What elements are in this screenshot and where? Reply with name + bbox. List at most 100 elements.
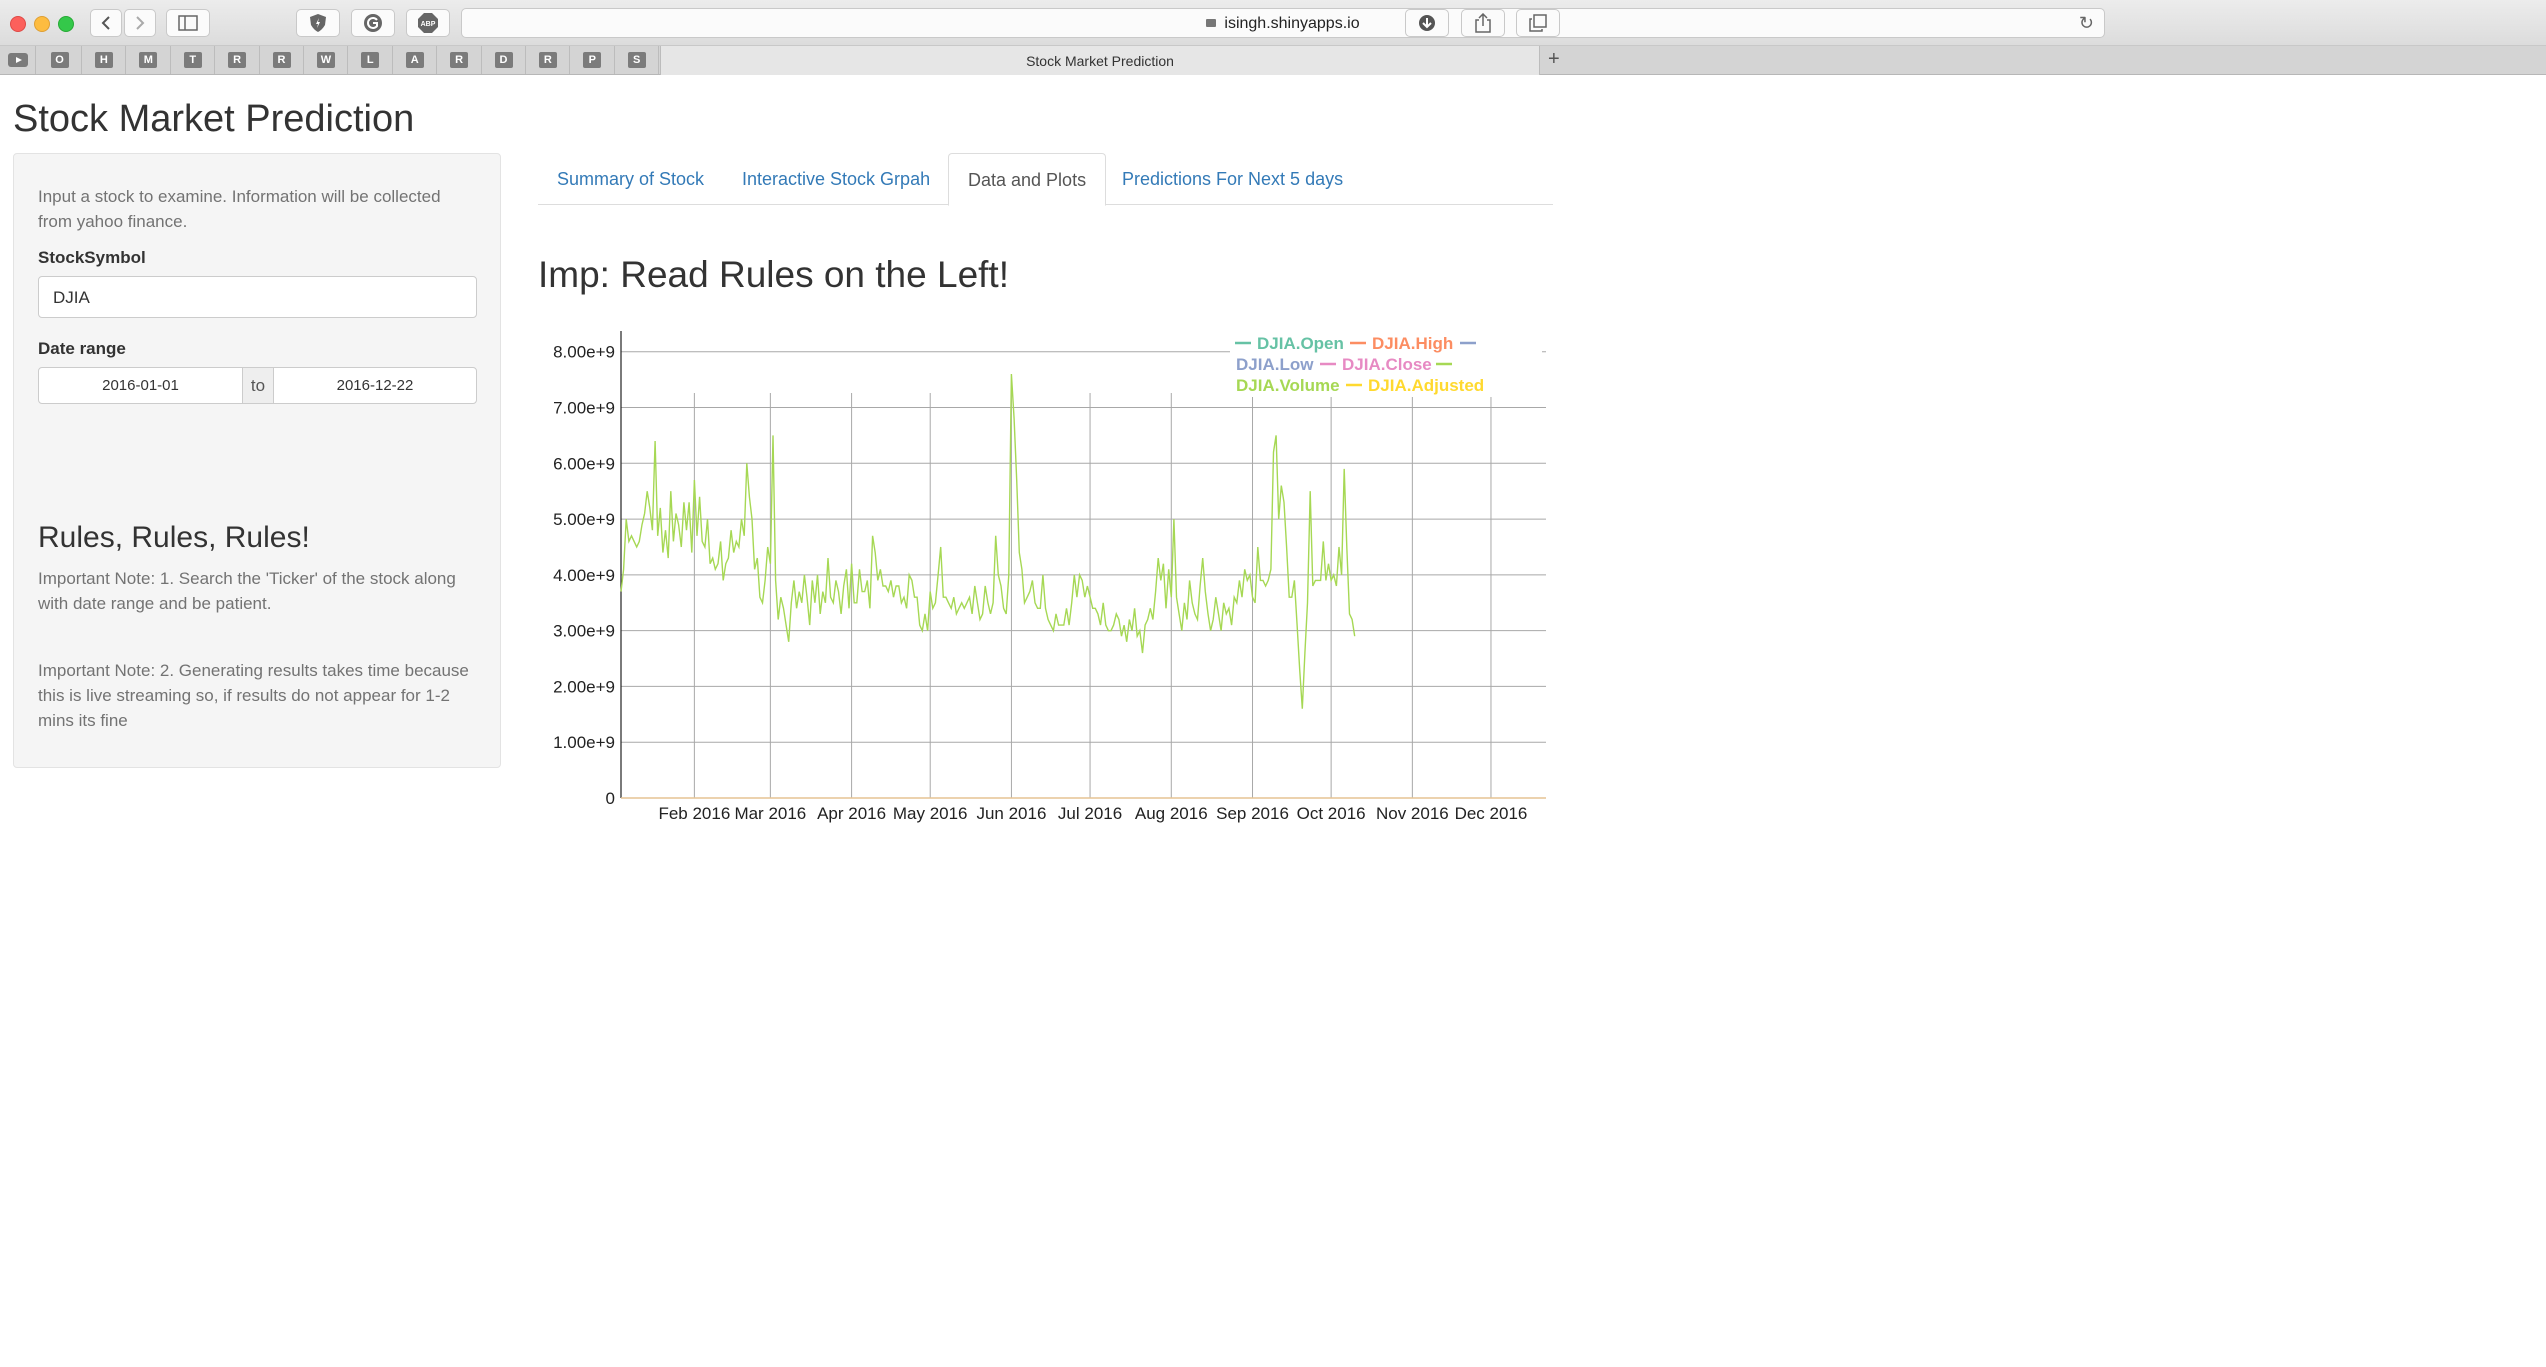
y-tick-label: 1.00e+9 — [553, 733, 615, 752]
zoom-window-button[interactable] — [58, 16, 74, 32]
minimize-window-button[interactable] — [34, 16, 50, 32]
url-display: isingh.shinyapps.io — [462, 15, 2104, 33]
legend-label: DJIA.Low — [1236, 355, 1314, 374]
note-1: Important Note: 1. Search the 'Ticker' o… — [38, 569, 456, 613]
pinned-tab[interactable]: R — [526, 46, 571, 74]
extension-shield-button[interactable] — [296, 9, 340, 37]
start-date-input[interactable]: 2016-01-01 — [39, 368, 242, 403]
chevron-left-icon — [101, 16, 110, 30]
pinned-tab-icon: M — [139, 52, 158, 68]
pinned-tab[interactable]: R — [216, 46, 260, 74]
pinned-tab[interactable]: M — [127, 46, 171, 74]
reload-icon[interactable]: ↻ — [2079, 13, 2094, 34]
y-tick-label: 5.00e+9 — [553, 510, 615, 529]
svg-text:ABP: ABP — [421, 21, 436, 28]
x-tick-label: Aug 2016 — [1135, 804, 1208, 823]
legend-label: DJIA.Volume — [1236, 376, 1340, 395]
back-button[interactable] — [90, 9, 122, 37]
legend-label: DJIA.High — [1372, 334, 1453, 353]
pinned-tab[interactable]: S — [615, 46, 660, 74]
pinned-tab-icon: S — [627, 52, 646, 68]
end-date-input[interactable]: 2016-12-22 — [274, 368, 476, 403]
pinned-tab-icon: T — [183, 52, 202, 68]
pinned-tab[interactable]: R — [260, 46, 304, 74]
x-tick-label: Mar 2016 — [734, 804, 806, 823]
address-bar[interactable]: isingh.shinyapps.io ↻ — [461, 8, 2105, 38]
pinned-tab-icon: O — [50, 52, 69, 68]
pinned-tab-icon: L — [361, 52, 380, 68]
tab-predictions[interactable]: Predictions For Next 5 days — [1103, 153, 1362, 205]
adblock-icon: ABP — [418, 13, 438, 33]
pinned-tab[interactable]: H — [82, 46, 127, 74]
pinned-tab-icon: R — [228, 52, 247, 68]
pinned-tab-icon: H — [94, 52, 113, 68]
x-tick-label: May 2016 — [893, 804, 968, 823]
pinned-tab[interactable]: A — [393, 46, 438, 74]
x-tick-label: Oct 2016 — [1297, 804, 1366, 823]
y-tick-label: 2.00e+9 — [553, 677, 615, 696]
x-tick-label: Jun 2016 — [976, 804, 1046, 823]
sidebar-panel: Input a stock to examine. Information wi… — [13, 153, 501, 768]
share-button[interactable] — [1461, 9, 1505, 37]
pinned-tab-icon: R — [272, 52, 291, 68]
help-text: Input a stock to examine. Information wi… — [38, 187, 441, 231]
pinned-tab[interactable]: R — [438, 46, 482, 74]
x-tick-label: Feb 2016 — [658, 804, 730, 823]
new-tab-button[interactable]: + — [1548, 48, 1560, 71]
legend-label: DJIA.Adjusted — [1368, 376, 1484, 395]
pinned-tab[interactable]: L — [349, 46, 393, 74]
pinned-tab[interactable]: T — [171, 46, 216, 74]
sidebar-toggle-button[interactable] — [166, 9, 210, 37]
grammarly-icon — [364, 14, 382, 32]
browser-toolbar: ABP isingh.shinyapps.io ↻ — [0, 0, 2546, 46]
pinned-tab[interactable]: O — [38, 46, 82, 74]
tab-summary[interactable]: Summary of Stock — [538, 153, 723, 205]
pinned-tab-icon: A — [405, 52, 424, 68]
tabs-overview-button[interactable] — [1516, 9, 1560, 37]
close-window-button[interactable] — [10, 16, 26, 32]
pinned-tab[interactable]: D — [482, 46, 526, 74]
y-tick-label: 3.00e+9 — [553, 622, 615, 641]
pinned-tab[interactable]: W — [304, 46, 349, 74]
tab-interactive-graph[interactable]: Interactive Stock Grpah — [723, 153, 949, 205]
y-tick-label: 0 — [606, 789, 615, 808]
shield-icon — [310, 14, 326, 32]
y-tick-label: 7.00e+9 — [553, 399, 615, 418]
download-icon — [1419, 15, 1435, 31]
x-tick-label: Jul 2016 — [1058, 804, 1122, 823]
downloads-button[interactable] — [1405, 9, 1449, 37]
stock-symbol-label: StockSymbol — [38, 248, 146, 267]
tabs-icon — [1529, 14, 1547, 32]
date-range-label: Date range — [38, 339, 126, 358]
rules-heading: Rules, Rules, Rules! — [38, 521, 310, 554]
pinned-tab-youtube[interactable] — [0, 46, 36, 74]
legend-label: DJIA.Open — [1257, 334, 1344, 353]
active-tab[interactable]: Stock Market Prediction — [660, 46, 1540, 75]
pinned-tab-icon: D — [494, 52, 513, 68]
extension-adblock-button[interactable]: ABP — [406, 9, 450, 37]
tab-data-and-plots[interactable]: Data and Plots — [948, 153, 1107, 206]
y-tick-label: 6.00e+9 — [553, 454, 615, 473]
pinned-tab[interactable]: P — [571, 46, 615, 74]
date-range-input: 2016-01-01 to 2016-12-22 — [38, 367, 477, 404]
pinned-tab-icon: R — [538, 52, 557, 68]
x-tick-label: Dec 2016 — [1455, 804, 1528, 823]
series-line-volume — [620, 373, 1356, 709]
sidebar-icon — [178, 15, 198, 31]
x-tick-label: Nov 2016 — [1376, 804, 1449, 823]
pinned-tab-icon: P — [583, 52, 602, 68]
active-tab-title: Stock Market Prediction — [1026, 52, 1174, 69]
extension-grammarly-button[interactable] — [351, 9, 395, 37]
stock-symbol-input[interactable]: DJIA — [38, 276, 477, 318]
legend-label: DJIA.Close — [1342, 355, 1432, 374]
main-tabs: Summary of Stock Interactive Stock Grpah… — [538, 153, 1553, 206]
youtube-icon — [7, 53, 28, 67]
pinned-tab-icon: W — [316, 52, 335, 68]
x-tick-label: Sep 2016 — [1216, 804, 1289, 823]
chevron-right-icon — [136, 16, 145, 30]
pinned-tab-icon: R — [450, 52, 469, 68]
date-range-separator: to — [242, 368, 274, 403]
lock-icon — [1206, 19, 1217, 27]
y-tick-label: 8.00e+9 — [553, 343, 615, 362]
forward-button[interactable] — [124, 9, 156, 37]
